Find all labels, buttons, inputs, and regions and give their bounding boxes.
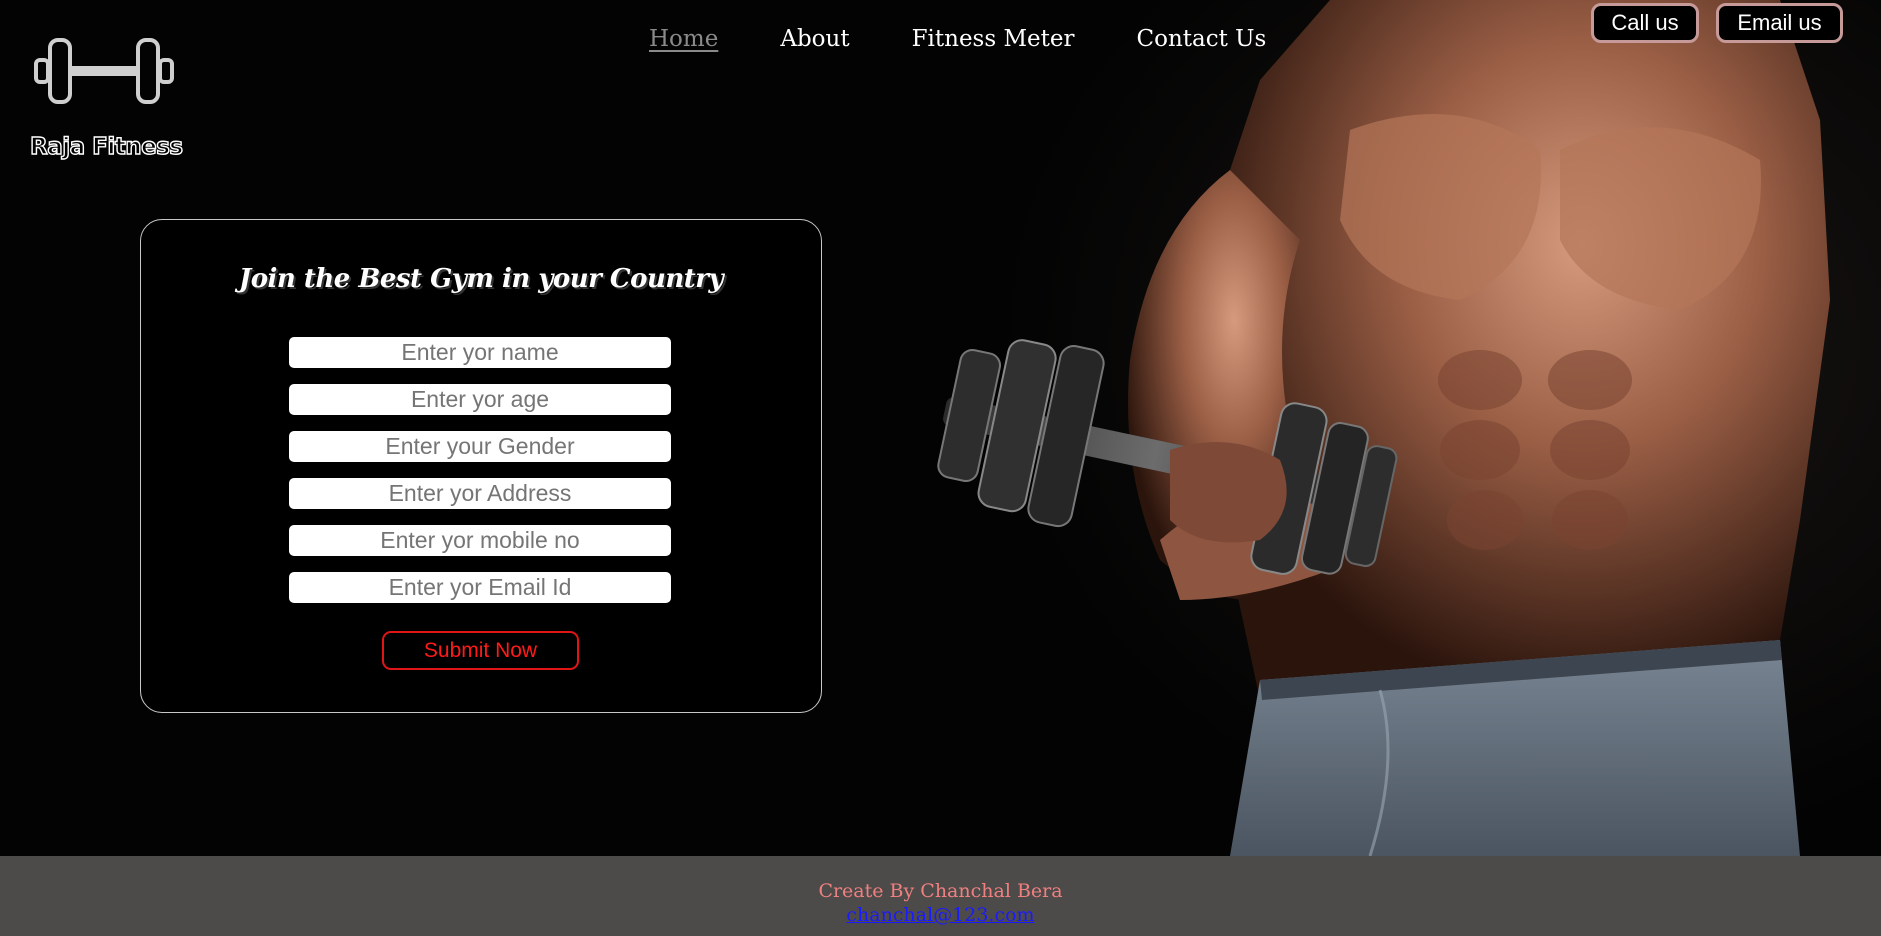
address-field[interactable]	[289, 478, 671, 509]
submit-button[interactable]: Submit Now	[382, 631, 579, 670]
hero-athlete-image	[900, 0, 1881, 856]
nav-contact-us[interactable]: Contact Us	[1137, 26, 1267, 52]
footer-email-link[interactable]: chanchal@123.com	[846, 904, 1034, 926]
gender-field[interactable]	[289, 431, 671, 462]
nav-home[interactable]: Home	[649, 26, 718, 52]
brand-logo[interactable]: Raja Fitness	[29, 36, 190, 161]
nav-fitness-meter[interactable]: Fitness Meter	[912, 26, 1075, 52]
call-us-button[interactable]: Call us	[1591, 3, 1699, 43]
email-us-button[interactable]: Email us	[1716, 3, 1843, 43]
email-field[interactable]	[289, 572, 671, 603]
mobile-field[interactable]	[289, 525, 671, 556]
nav-about[interactable]: About	[780, 26, 849, 52]
dumbbell-icon	[34, 38, 174, 104]
age-field[interactable]	[289, 384, 671, 415]
name-field[interactable]	[289, 337, 671, 368]
footer-credit: Create By Chanchal Bera	[818, 880, 1063, 902]
form-title: Join the Best Gym in your Country	[238, 264, 724, 294]
join-form-card: Join the Best Gym in your Country Submit…	[140, 219, 822, 713]
footer: Create By Chanchal Bera chanchal@123.com	[0, 856, 1881, 936]
brand-name: Raja Fitness	[29, 133, 183, 160]
main-nav: Home About Fitness Meter Contact Us	[649, 26, 1328, 52]
